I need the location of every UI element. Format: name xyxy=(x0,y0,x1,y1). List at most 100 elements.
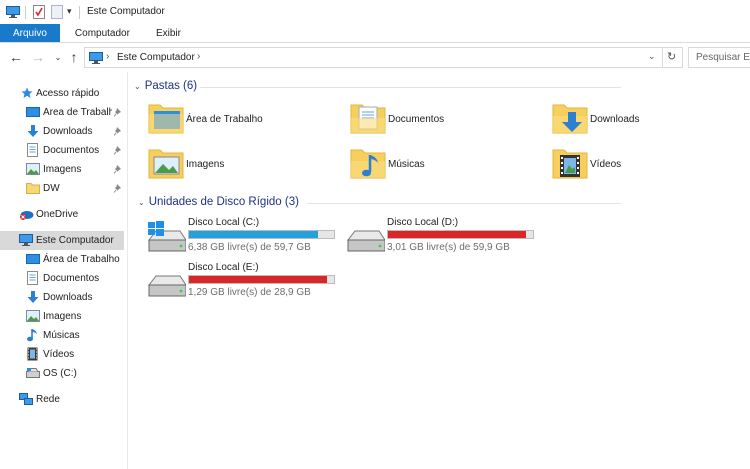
sidebar-item-label: Área de Trabalho xyxy=(43,107,112,118)
drive-name: Disco Local (C:) xyxy=(188,217,260,228)
drive-usage-fill xyxy=(189,276,328,283)
drive-usage-fill xyxy=(388,231,526,238)
drive-e[interactable]: Disco Local (E:) 1,29 GB livre(s) de 28,… xyxy=(144,260,340,300)
sidebar-item-onedrive[interactable]: OneDrive xyxy=(0,205,127,224)
folder-label: Downloads xyxy=(590,114,640,125)
sidebar-item-network[interactable]: Rede xyxy=(0,390,127,409)
download-icon xyxy=(27,291,39,307)
computer-icon xyxy=(19,234,33,249)
sidebar-item-documents[interactable]: Documentos xyxy=(0,141,127,160)
drive-c[interactable]: Disco Local (C:) 6,38 GB livre(s) de 59,… xyxy=(144,215,340,255)
chevron-down-icon[interactable]: ⌄ xyxy=(134,82,141,91)
drive-usage-fill xyxy=(189,231,319,238)
drive-icon xyxy=(26,368,40,381)
pin-icon[interactable] xyxy=(113,146,122,158)
folders-group-header[interactable]: ⌄ Pastas (6) xyxy=(134,80,197,92)
sidebar-item-pc-downloads[interactable]: Downloads xyxy=(0,288,127,307)
sidebar-item-label: Vídeos xyxy=(43,349,75,360)
refresh-icon[interactable]: ↻ xyxy=(667,50,676,63)
navigation-pane: Acesso rápido Área de Trabalho Downloads… xyxy=(0,72,128,469)
sidebar-item-label: DW xyxy=(43,183,60,194)
documents-folder-icon xyxy=(350,100,386,139)
drive-usage-bar xyxy=(188,275,335,284)
customize-toolbar-icon[interactable]: ▾ xyxy=(67,6,72,17)
search-input[interactable]: Pesquisar Este Computador xyxy=(688,47,750,68)
breadcrumb[interactable]: Este Computador xyxy=(117,52,195,63)
navigation-bar: ← → ⌄ ↑ › Este Computador › ⌄ ↻ Pesquisa… xyxy=(0,43,750,72)
sidebar-item-label: Este Computador xyxy=(36,235,114,246)
sidebar-item-label: Acesso rápido xyxy=(36,88,100,99)
sidebar-item-label: OS (C:) xyxy=(43,368,77,379)
sidebar-item-pc-documents[interactable]: Documentos xyxy=(0,269,127,288)
sidebar-item-pc-desktop[interactable]: Área de Trabalho xyxy=(0,250,127,269)
folder-documents[interactable]: Documentos xyxy=(350,100,444,139)
videos-folder-icon xyxy=(552,145,588,184)
drives-separator xyxy=(307,203,621,204)
breadcrumb-chevron-icon[interactable]: › xyxy=(106,51,109,62)
folder-label: Vídeos xyxy=(590,159,622,170)
breadcrumb-chevron-icon[interactable]: › xyxy=(197,51,200,62)
folder-label: Músicas xyxy=(388,159,425,170)
folder-label: Documentos xyxy=(388,114,445,125)
sidebar-item-pc-videos[interactable]: Vídeos xyxy=(0,345,127,364)
drive-usage-bar xyxy=(387,230,534,239)
back-icon[interactable]: ← xyxy=(6,45,26,69)
sidebar-item-desktop[interactable]: Área de Trabalho xyxy=(0,103,127,122)
documents-icon xyxy=(27,143,38,160)
new-folder-icon[interactable] xyxy=(51,5,63,22)
sidebar-item-label: Downloads xyxy=(43,292,93,303)
download-icon xyxy=(27,125,39,141)
pin-icon[interactable] xyxy=(113,108,122,120)
address-dropdown-icon[interactable]: ⌄ xyxy=(648,51,656,62)
folder-label: Imagens xyxy=(186,159,225,170)
folder-desktop[interactable]: Área de Trabalho xyxy=(148,100,263,139)
computer-icon[interactable] xyxy=(6,6,20,21)
sidebar-item-pc-pictures[interactable]: Imagens xyxy=(0,307,127,326)
folder-pictures[interactable]: Imagens xyxy=(148,145,224,184)
sidebar-item-this-pc[interactable]: Este Computador xyxy=(0,231,124,250)
tab-exibir[interactable]: Exibir xyxy=(143,24,194,42)
folder-videos[interactable]: Vídeos xyxy=(552,145,621,184)
drive-d[interactable]: Disco Local (D:) 3,01 GB livre(s) de 59,… xyxy=(343,215,539,255)
network-icon xyxy=(19,393,33,409)
windows-drive-icon xyxy=(146,219,187,256)
desktop-folder-icon xyxy=(148,100,184,139)
tab-computador[interactable]: Computador xyxy=(60,24,143,42)
drives-group-title: Unidades de Disco Rígido (3) xyxy=(148,196,299,208)
pin-icon[interactable] xyxy=(113,165,122,177)
sidebar-item-downloads[interactable]: Downloads xyxy=(0,122,127,141)
window-title: Este Computador xyxy=(87,6,165,17)
sidebar-item-label: Documentos xyxy=(43,273,100,284)
folder-downloads[interactable]: Downloads xyxy=(552,100,639,139)
chevron-down-icon[interactable]: ⌄ xyxy=(138,198,145,207)
tab-arquivo[interactable]: Arquivo xyxy=(0,24,60,42)
sidebar-item-label: Área de Trabalho xyxy=(43,254,120,265)
drive-free-space: 1,29 GB livre(s) de 28,9 GB xyxy=(188,287,311,298)
sidebar-item-pc-os-c[interactable]: OS (C:) xyxy=(0,364,127,383)
sidebar-item-pictures[interactable]: Imagens xyxy=(0,160,127,179)
pin-icon[interactable] xyxy=(113,127,122,139)
properties-icon[interactable] xyxy=(33,5,45,22)
sidebar-item-label: OneDrive xyxy=(36,209,79,220)
address-box[interactable]: › Este Computador › ⌄ ↻ xyxy=(84,47,683,68)
drive-icon xyxy=(146,264,187,301)
sidebar-item-quick-access[interactable]: Acesso rápido xyxy=(0,84,127,103)
sidebar-item-label: Downloads xyxy=(43,126,93,137)
folder-icon xyxy=(26,182,40,197)
folder-music[interactable]: Músicas xyxy=(350,145,425,184)
pin-icon[interactable] xyxy=(113,184,122,196)
desktop-icon xyxy=(26,106,40,121)
forward-icon[interactable]: → xyxy=(28,45,48,69)
folders-separator xyxy=(200,87,621,88)
up-icon[interactable]: ↑ xyxy=(64,45,84,69)
documents-icon xyxy=(27,271,38,288)
drives-group-header[interactable]: ⌄ Unidades de Disco Rígido (3) xyxy=(138,196,299,208)
sidebar-item-label: Imagens xyxy=(43,164,82,175)
sidebar-item-dw[interactable]: DW xyxy=(0,179,127,198)
sidebar-item-label: Músicas xyxy=(43,330,80,341)
onedrive-icon xyxy=(19,209,34,223)
pictures-folder-icon xyxy=(148,145,184,184)
drive-free-space: 3,01 GB livre(s) de 59,9 GB xyxy=(387,242,510,253)
sidebar-item-pc-music[interactable]: Músicas xyxy=(0,326,127,345)
drive-name: Disco Local (E:) xyxy=(188,262,259,273)
